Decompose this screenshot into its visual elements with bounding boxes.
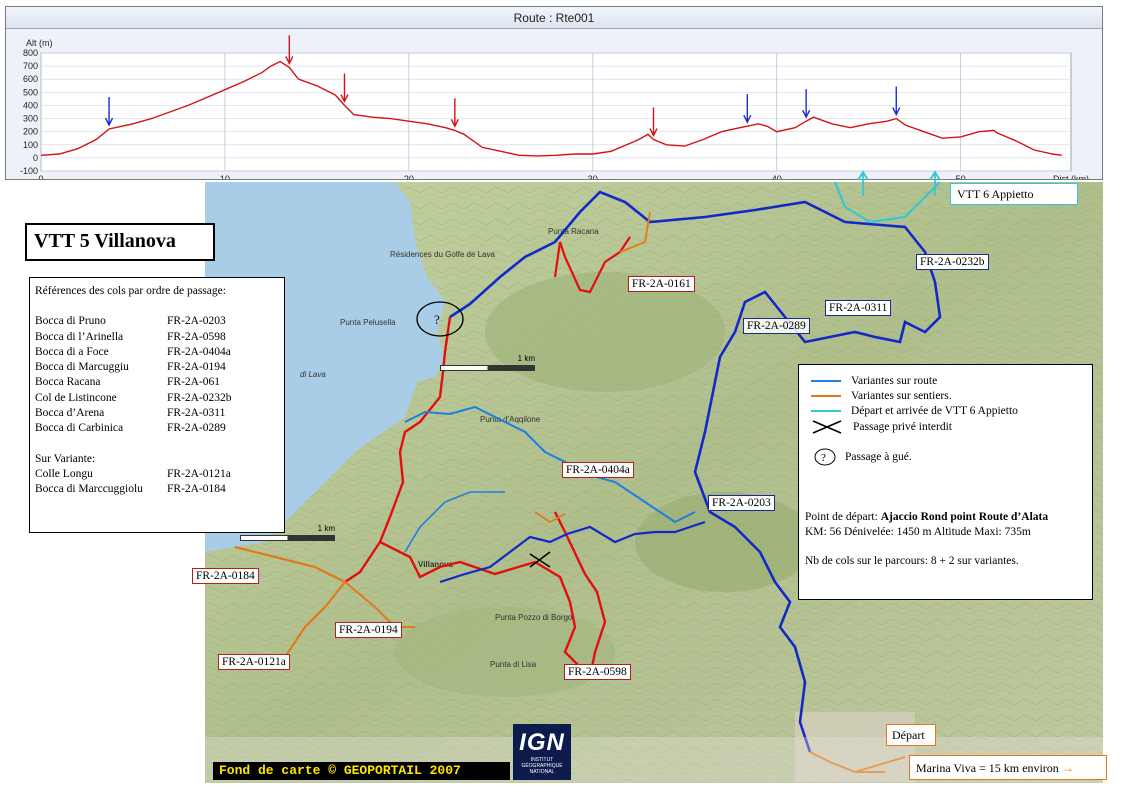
y-tick-label: 200 (23, 127, 38, 137)
col-code-label: FR-2A-0404a (562, 462, 634, 478)
residences-label: Résidences du Golfe de Lava (390, 250, 496, 259)
ref-row: Bocca di Marccuggiolu FR-2A-0184 (35, 483, 226, 496)
col-code-label: FR-2A-0184 (192, 568, 259, 584)
legend-item: Départ et arrivée de VTT 6 Appietto (799, 403, 1018, 418)
y-tick-label: 500 (23, 87, 38, 97)
start-info: Point de départ: Ajaccio Rond point Rout… (805, 511, 1049, 538)
lisa-label: Punta di Lisa (490, 660, 537, 669)
legend-box: Variantes sur route Variantes sur sentie… (798, 364, 1093, 600)
col-code-label: FR-2A-0194 (335, 622, 402, 638)
col-code-label: FR-2A-0289 (743, 318, 810, 334)
col-code-label: FR-2A-0161 (628, 276, 695, 292)
y-tick-label: 600 (23, 74, 38, 84)
ref-row: Colle Longu FR-2A-0121a (35, 467, 231, 480)
elevation-profile: Route : Rte001 800 700 600 500 400 300 200 100 0… (5, 6, 1103, 180)
golfe-label: di Lava (300, 370, 326, 379)
map-title: VTT 5 Villanova (25, 223, 215, 261)
ref-row: Bocca Racana FR-2A-061 (35, 376, 221, 389)
y-tick-label: 100 (23, 140, 38, 150)
y-tick-label: 700 (23, 61, 38, 71)
scale-bar: 1 km (440, 354, 535, 375)
legend-item: Passage privé interdit (799, 419, 952, 434)
y-tick-label: 400 (23, 100, 38, 110)
x-tick-label: 20 (404, 174, 414, 179)
scale-label: 1 km (517, 354, 535, 363)
ford-icon: ? (814, 448, 836, 465)
x-tick-label: 0 (38, 174, 43, 179)
y-tick-label: 800 (23, 48, 38, 58)
x-tick-label: 40 (772, 174, 782, 179)
legend-item: Variantes sur sentiers. (799, 388, 952, 403)
legend-item: ? Passage à gué. (799, 448, 912, 465)
legend-swatch (811, 379, 841, 382)
cols-count: Nb de cols sur le parcours: 8 + 2 sur va… (805, 555, 1019, 567)
pozzo-label: Punta Pozzo di Borgo (495, 613, 573, 622)
scale-bar: 1 km (240, 524, 335, 545)
vtt6-label: VTT 6 Appietto (950, 183, 1078, 205)
racana-label: Punta Racana (548, 227, 599, 236)
col-code-label: FR-2A-0311 (825, 300, 892, 316)
svg-text:?: ? (821, 452, 826, 464)
col-code-label: FR-2A-0121a (218, 654, 290, 670)
depart-label: Départ (886, 724, 936, 746)
ref-row: Col de Listincone FR-2A-0232b (35, 391, 232, 404)
cross-icon (812, 419, 842, 434)
ref-row: Bocca d’Arena FR-2A-0311 (35, 407, 226, 420)
ref-row: Bocca di l’Arinella FR-2A-0598 (35, 330, 226, 343)
aqqilone-label: Punta d'Aqqilone (480, 415, 541, 424)
legend-swatch (811, 409, 841, 412)
plot-area (40, 52, 1072, 172)
legend-item: Variantes sur route (799, 373, 937, 388)
ref-row: Bocca di a Foce FR-2A-0404a (35, 345, 231, 358)
refs-heading: Références des cols par ordre de passage… (35, 285, 226, 297)
y-tick-label: 300 (23, 114, 38, 124)
ref-row: Bocca di Marcuggiu FR-2A-0194 (35, 361, 226, 374)
ref-row: Bocca di Pruno FR-2A-0203 (35, 315, 226, 328)
x-axis-label: Dist (km) (1053, 174, 1089, 179)
marina-label: Marina Viva = 15 km environ → (909, 755, 1107, 780)
variant-heading: Sur Variante: (35, 452, 96, 465)
x-tick-label: 30 (588, 174, 598, 179)
arrow-right-icon: → (1061, 761, 1074, 775)
col-code-label: FR-2A-0203 (708, 495, 775, 511)
col-marker-arrow (285, 35, 294, 65)
col-code-label: FR-2A-0598 (564, 664, 631, 680)
x-tick-label: 10 (220, 174, 230, 179)
map-copyright: Fond de carte © GEOPORTAIL 2007 (213, 762, 510, 780)
profile-chart: 8007006005004003002001000-1000 10 20 30 40 50… (20, 35, 1089, 179)
cols-reference-box: Références des cols par ordre de passage… (29, 277, 285, 533)
ign-logo: IGN INSTITUT GÉOGRAPHIQUE NATIONAL (513, 724, 571, 780)
y-tick-label: -100 (20, 166, 38, 176)
punta-pelusella-label: Punta Pelusella (340, 318, 396, 327)
y-axis-label: Alt (m) (26, 38, 53, 48)
ford-symbol: ? (434, 312, 440, 327)
legend-swatch (811, 394, 841, 397)
col-code-label: FR-2A-0232b (916, 254, 989, 270)
y-tick-label: 0 (33, 153, 38, 163)
x-tick-label: 50 (956, 174, 966, 179)
profile-title: Route : Rte001 (6, 7, 1102, 29)
vtt6-arrows (857, 170, 941, 196)
ref-row: Bocca di Carbinica FR-2A-0289 (35, 422, 226, 435)
